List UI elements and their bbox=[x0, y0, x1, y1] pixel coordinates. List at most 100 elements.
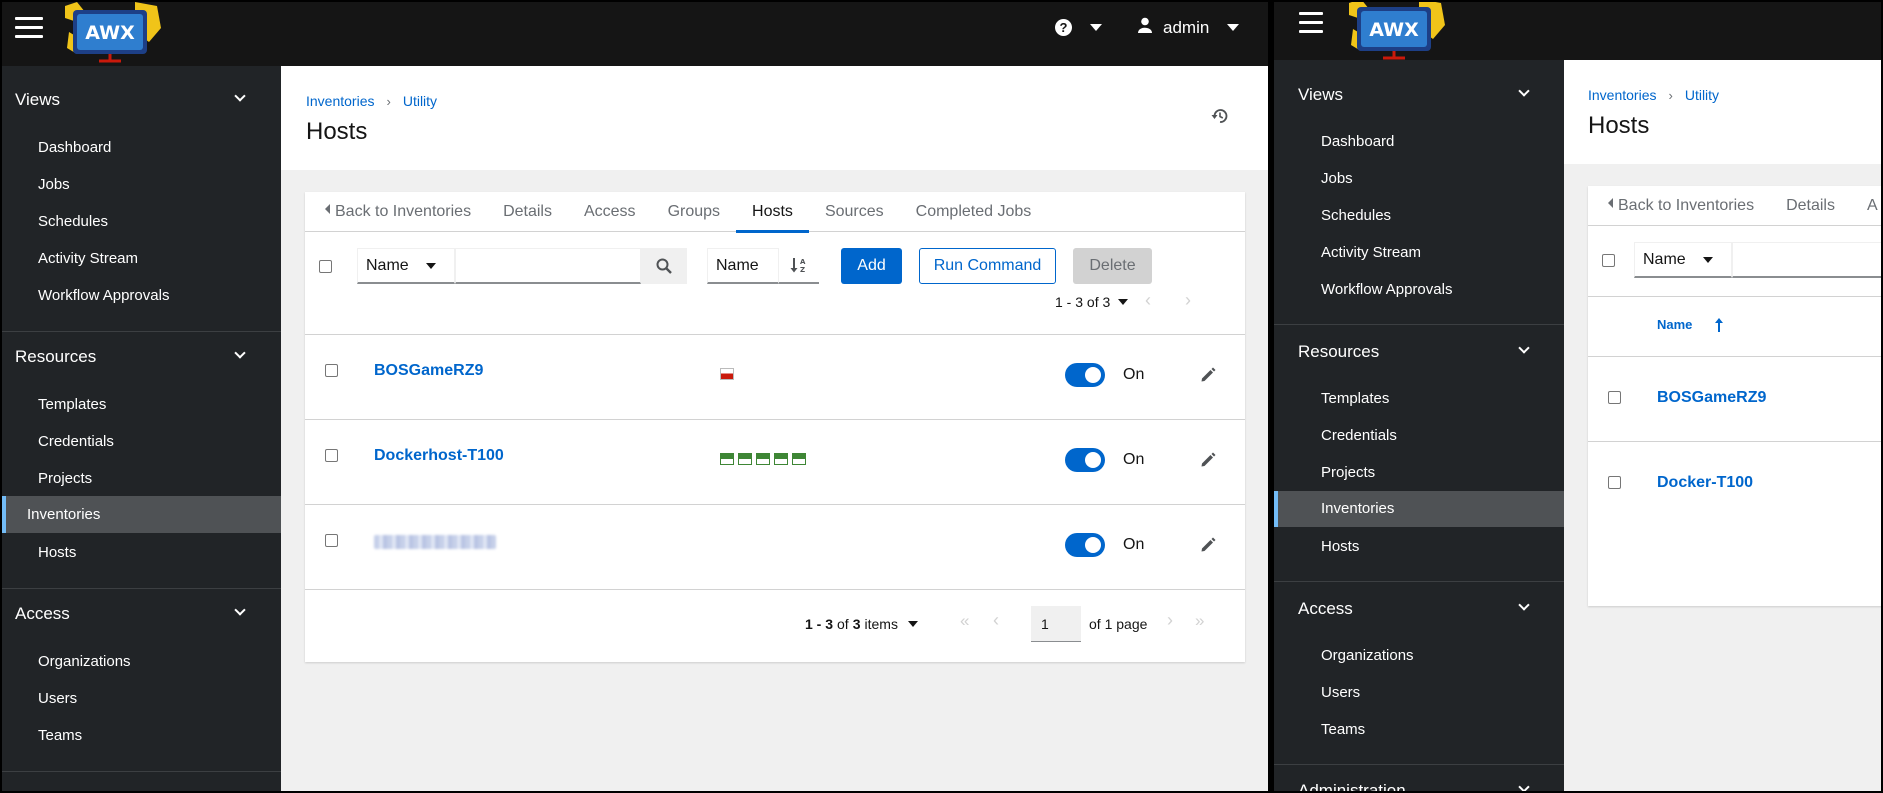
row-checkbox[interactable] bbox=[1608, 476, 1621, 489]
job-status-success-icon[interactable] bbox=[774, 453, 788, 465]
sidebar-item-activity-stream[interactable]: Activity Stream bbox=[1274, 244, 1564, 261]
page-count-text: of 1 page bbox=[1089, 616, 1148, 632]
sidebar-item-workflow-approvals[interactable]: Workflow Approvals bbox=[2, 287, 281, 304]
host-name-link[interactable]: BOSGameRZ9 bbox=[1657, 389, 1766, 407]
breadcrumb-utility-link[interactable]: Utility bbox=[403, 93, 437, 109]
sidebar-item-users[interactable]: Users bbox=[2, 690, 281, 707]
tab-details[interactable]: Details bbox=[1770, 186, 1851, 226]
sidebar-item-schedules[interactable]: Schedules bbox=[1274, 207, 1564, 224]
sidebar-item-credentials[interactable]: Credentials bbox=[2, 433, 281, 450]
sidebar-item-jobs[interactable]: Jobs bbox=[2, 176, 281, 193]
breadcrumb-inventories-link[interactable]: Inventories bbox=[306, 93, 374, 109]
sidebar-item-projects[interactable]: Projects bbox=[1274, 464, 1564, 481]
pagination-bottom-toggle[interactable]: 1 - 3 of 3 items bbox=[805, 616, 918, 632]
sort-select[interactable]: Name bbox=[707, 248, 779, 284]
sidebar-item-projects[interactable]: Projects bbox=[2, 470, 281, 487]
job-status-success-icon[interactable] bbox=[720, 453, 734, 465]
username[interactable]: admin bbox=[1163, 18, 1209, 38]
nav-group-resources[interactable]: Resources bbox=[1274, 342, 1564, 362]
job-status-success-icon[interactable] bbox=[756, 453, 770, 465]
nav-group-access[interactable]: Access bbox=[2, 604, 281, 624]
tab-sources[interactable]: Sources bbox=[809, 192, 900, 232]
sidebar-item-users[interactable]: Users bbox=[1274, 684, 1564, 701]
next-page-icon[interactable]: › bbox=[1185, 290, 1191, 311]
breadcrumb-inventories-link[interactable]: Inventories bbox=[1588, 87, 1656, 103]
sidebar-item-schedules[interactable]: Schedules bbox=[2, 213, 281, 230]
tab-details[interactable]: Details bbox=[487, 192, 568, 232]
tab-back-to-inventories[interactable]: Back to Inventories bbox=[1588, 186, 1770, 226]
sidebar-item-activity-stream[interactable]: Activity Stream bbox=[2, 250, 281, 267]
job-status-failed-icon[interactable] bbox=[720, 368, 734, 380]
sidebar-item-dashboard[interactable]: Dashboard bbox=[1274, 133, 1564, 150]
tab-access-partial[interactable]: A bbox=[1851, 186, 1881, 226]
breadcrumb-utility-link[interactable]: Utility bbox=[1685, 87, 1719, 103]
select-all-checkbox[interactable] bbox=[319, 260, 332, 273]
row-checkbox[interactable] bbox=[1608, 391, 1621, 404]
tab-back-to-inventories[interactable]: Back to Inventories bbox=[305, 192, 487, 232]
user-dropdown-caret-icon[interactable] bbox=[1227, 24, 1240, 31]
row-checkbox[interactable] bbox=[325, 364, 338, 377]
help-dropdown-caret-icon[interactable] bbox=[1090, 24, 1102, 31]
sidebar-item-teams[interactable]: Teams bbox=[2, 727, 281, 744]
host-enabled-toggle[interactable] bbox=[1065, 363, 1105, 387]
pencil-edit-icon[interactable] bbox=[1200, 367, 1216, 388]
sidebar-item-credentials[interactable]: Credentials bbox=[1274, 427, 1564, 444]
nav-group-views[interactable]: Views bbox=[1274, 85, 1564, 105]
hamburger-menu-icon[interactable] bbox=[15, 17, 43, 39]
host-enabled-toggle[interactable] bbox=[1065, 533, 1105, 557]
sidebar-item-dashboard[interactable]: Dashboard bbox=[2, 139, 281, 156]
awx-logo[interactable]: AWX bbox=[65, 2, 165, 64]
search-button[interactable] bbox=[641, 248, 687, 284]
row-checkbox[interactable] bbox=[325, 449, 338, 462]
search-filter-select[interactable]: Name bbox=[1634, 242, 1732, 278]
pagination-top-toggle[interactable]: 1 - 3 of 3 bbox=[1055, 294, 1129, 310]
row-checkbox[interactable] bbox=[325, 534, 338, 547]
sidebar-item-hosts[interactable]: Hosts bbox=[1274, 538, 1564, 555]
tab-access[interactable]: Access bbox=[568, 192, 652, 232]
obscured-host-name[interactable] bbox=[374, 535, 496, 549]
tab-completed-jobs[interactable]: Completed Jobs bbox=[900, 192, 1048, 232]
next-page-icon[interactable]: › bbox=[1167, 610, 1173, 631]
question-circle-icon[interactable]: ? bbox=[1055, 19, 1072, 36]
sidebar-item-templates[interactable]: Templates bbox=[1274, 390, 1564, 407]
run-command-button[interactable]: Run Command bbox=[919, 248, 1056, 284]
awx-logo[interactable]: AWX bbox=[1349, 2, 1449, 61]
sidebar-item-organizations[interactable]: Organizations bbox=[2, 653, 281, 670]
nav-group-views[interactable]: Views bbox=[2, 90, 281, 110]
host-name-link[interactable]: BOSGameRZ9 bbox=[374, 362, 483, 380]
first-page-icon[interactable]: « bbox=[960, 611, 969, 631]
tab-hosts[interactable]: Hosts bbox=[736, 192, 809, 233]
sidebar-item-jobs[interactable]: Jobs bbox=[1274, 170, 1564, 187]
job-status-success-icon[interactable] bbox=[738, 453, 752, 465]
search-input[interactable] bbox=[455, 248, 641, 284]
nav-group-administration[interactable]: Administration bbox=[1274, 781, 1564, 791]
nav-group-resources[interactable]: Resources bbox=[2, 347, 281, 367]
host-enabled-toggle[interactable] bbox=[1065, 448, 1105, 472]
sidebar-item-workflow-approvals[interactable]: Workflow Approvals bbox=[1274, 281, 1564, 298]
pencil-edit-icon[interactable] bbox=[1200, 537, 1216, 558]
sidebar-item-organizations[interactable]: Organizations bbox=[1274, 647, 1564, 664]
sort-direction-button[interactable]: AZ bbox=[779, 248, 819, 284]
pencil-edit-icon[interactable] bbox=[1200, 452, 1216, 473]
prev-page-icon[interactable]: ‹ bbox=[1145, 290, 1151, 311]
search-input[interactable] bbox=[1732, 242, 1881, 278]
tab-groups[interactable]: Groups bbox=[652, 192, 736, 232]
job-status-success-icon[interactable] bbox=[792, 453, 806, 465]
history-icon[interactable] bbox=[1211, 107, 1229, 130]
page-number-input[interactable]: 1 bbox=[1031, 606, 1081, 642]
search-filter-select[interactable]: Name bbox=[357, 248, 455, 284]
sidebar-item-teams[interactable]: Teams bbox=[1274, 721, 1564, 738]
sidebar-item-templates[interactable]: Templates bbox=[2, 396, 281, 413]
sidebar-item-inventories[interactable]: Inventories bbox=[1274, 491, 1564, 527]
name-column-header[interactable]: Name bbox=[1657, 317, 1724, 332]
sidebar-item-inventories[interactable]: Inventories bbox=[2, 496, 281, 533]
select-all-checkbox[interactable] bbox=[1602, 254, 1615, 267]
add-button[interactable]: Add bbox=[841, 248, 902, 284]
prev-page-icon[interactable]: ‹ bbox=[993, 610, 999, 631]
hamburger-menu-icon[interactable] bbox=[1299, 12, 1323, 34]
host-name-link[interactable]: Docker-T100 bbox=[1657, 474, 1753, 492]
nav-group-access[interactable]: Access bbox=[1274, 599, 1564, 619]
sidebar-item-hosts[interactable]: Hosts bbox=[2, 544, 281, 561]
last-page-icon[interactable]: » bbox=[1195, 611, 1204, 631]
host-name-link[interactable]: Dockerhost-T100 bbox=[374, 447, 504, 465]
